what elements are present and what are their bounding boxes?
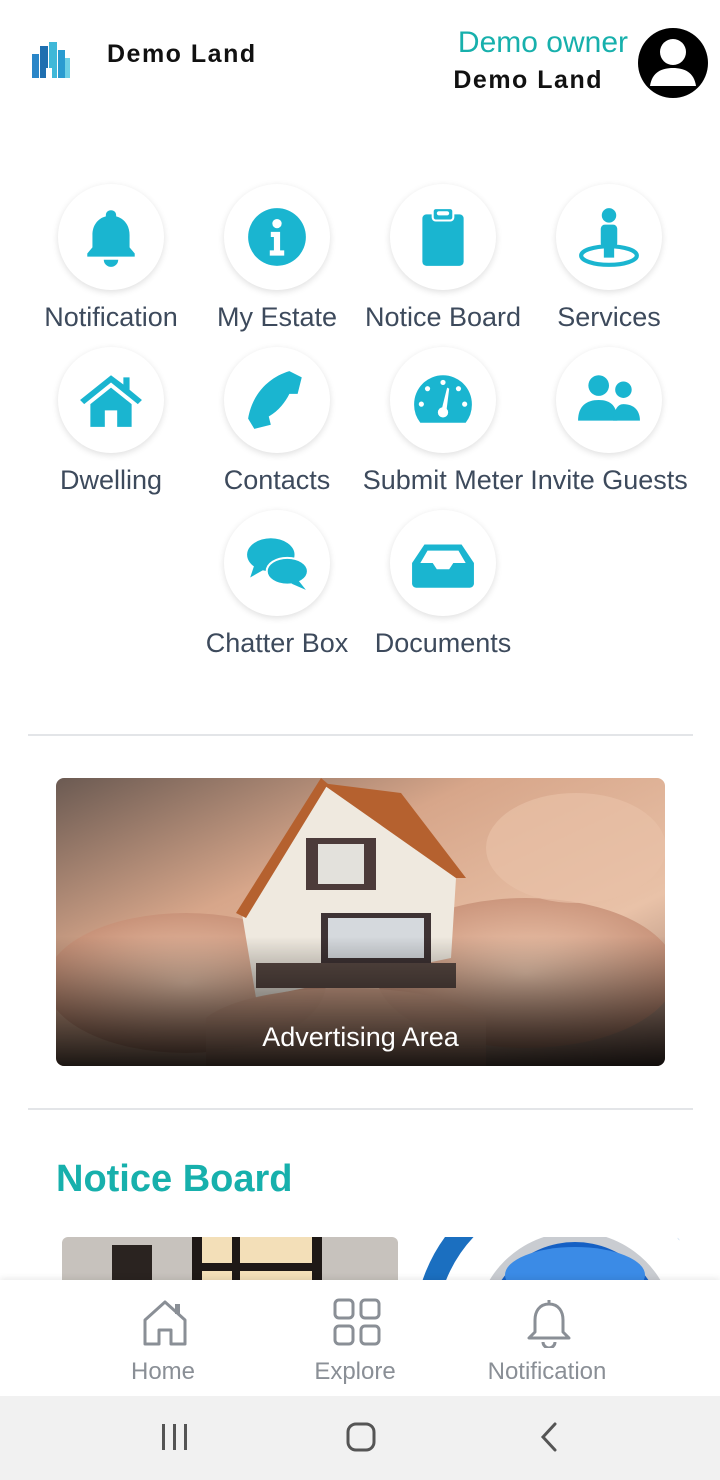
feature-menu: Notification My Estate Notice Board Serv… (0, 0, 720, 700)
bell-outline-icon (527, 1300, 571, 1348)
menu-label: My Estate (216, 302, 338, 332)
menu-label: Contacts (223, 465, 331, 495)
nav-label: Notification (487, 1358, 607, 1385)
menu-item-notification[interactable]: Notification (28, 184, 194, 344)
menu-item-documents[interactable]: Documents (360, 510, 526, 670)
nav-label: Explore (314, 1358, 396, 1385)
gauge-icon (414, 375, 472, 423)
back-chevron-icon[interactable] (519, 1418, 579, 1458)
bell-icon (87, 210, 135, 267)
menu-label: Chatter Box (205, 628, 349, 658)
grid-icon (333, 1298, 381, 1346)
home-icon (143, 1300, 187, 1346)
divider (28, 734, 693, 736)
menu-item-submit-meter[interactable]: Submit Meter (360, 347, 526, 507)
menu-item-contacts[interactable]: Contacts (194, 347, 360, 507)
inbox-tray-icon (412, 544, 474, 588)
menu-label: Notice Board (364, 302, 522, 332)
menu-label: Services (557, 302, 661, 332)
info-icon (248, 208, 306, 266)
menu-label: Documents (374, 628, 512, 658)
clipboard-icon (422, 207, 464, 266)
phone-icon (248, 371, 302, 429)
menu-item-my-estate[interactable]: My Estate (194, 184, 360, 344)
person-pin-icon (579, 208, 639, 267)
bottom-navigation: Home Explore Notification (0, 1280, 720, 1396)
nav-explore[interactable]: Explore (275, 1280, 435, 1396)
menu-item-chatter-box[interactable]: Chatter Box (194, 510, 360, 670)
divider (28, 1108, 693, 1110)
menu-item-dwelling[interactable]: Dwelling (28, 347, 194, 507)
advertising-banner[interactable]: Advertising Area (56, 778, 665, 1066)
menu-label: Notification (44, 302, 178, 332)
recent-apps-icon[interactable] (145, 1418, 205, 1458)
nav-home[interactable]: Home (83, 1280, 243, 1396)
menu-label: Dwelling (59, 465, 163, 495)
nav-label: Home (130, 1358, 196, 1385)
menu-item-services[interactable]: Services (526, 184, 692, 344)
chat-bubbles-icon (247, 538, 309, 590)
nav-notification[interactable]: Notification (467, 1280, 627, 1396)
users-icon (578, 375, 640, 421)
house-icon (80, 375, 142, 427)
menu-item-invite-guests[interactable]: Invite Guests (526, 347, 692, 507)
menu-label: Submit Meter (362, 465, 524, 495)
system-navigation-bar (0, 1396, 720, 1480)
notice-board-title: Notice Board (56, 1158, 293, 1200)
menu-label: Invite Guests (530, 465, 688, 495)
menu-item-notice-board[interactable]: Notice Board (360, 184, 526, 344)
ad-label: Advertising Area (262, 1022, 459, 1052)
home-circle-icon[interactable] (331, 1418, 391, 1458)
